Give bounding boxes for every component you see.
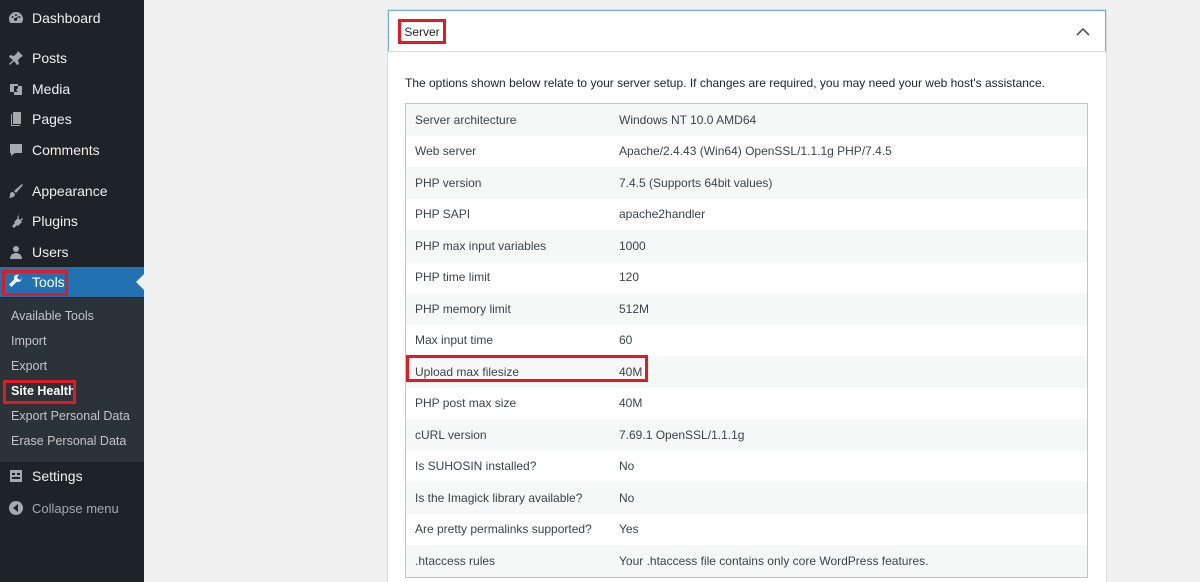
row-label: Max input time — [415, 333, 494, 348]
row-label: PHP max input variables — [415, 238, 547, 253]
menu-item-dashboard[interactable]: Dashboard — [0, 3, 144, 33]
menu-item-pages[interactable]: Pages — [0, 104, 144, 134]
row-label: Web server — [415, 144, 477, 159]
row-label: Is the Imagick library available? — [415, 490, 583, 505]
menu-item-users[interactable]: Users — [0, 237, 144, 267]
row-value: 7.4.5 (Supports 64bit values) — [619, 175, 773, 190]
row-value: 120 — [619, 270, 640, 285]
row-value: Yes — [619, 522, 639, 537]
plugin-icon — [8, 213, 24, 229]
settings-icon — [8, 468, 24, 484]
collapse-menu-button[interactable]: Collapse menu — [0, 496, 144, 520]
menu-item-label: Users — [32, 244, 69, 260]
submenu-erase-personal-data[interactable]: Erase Personal Data — [11, 431, 126, 451]
menu-item-label: Comments — [32, 142, 100, 158]
table-row: PHP time limit 120 — [406, 261, 1087, 293]
row-label: PHP SAPI — [415, 207, 471, 222]
page-icon — [8, 111, 24, 127]
menu-item-label: Settings — [32, 468, 83, 484]
row-value: 1000 — [619, 238, 646, 253]
panel-title: Server — [404, 24, 440, 39]
menu-item-appearance[interactable]: Appearance — [0, 176, 144, 206]
row-value: Your .htaccess file contains only core W… — [619, 553, 929, 568]
row-label: PHP memory limit — [415, 301, 511, 316]
menu-item-settings[interactable]: Settings — [0, 461, 144, 491]
table-row: Server architecture Windows NT 10.0 AMD64 — [406, 104, 1087, 136]
table-row: PHP post max size 40M — [406, 387, 1087, 419]
brush-icon — [8, 183, 24, 199]
row-value: 7.69.1 OpenSSL/1.1.1g — [619, 427, 745, 442]
menu-item-media[interactable]: Media — [0, 74, 144, 104]
submenu-available-tools[interactable]: Available Tools — [11, 306, 94, 326]
collapse-menu-label: Collapse menu — [32, 500, 119, 516]
row-label: cURL version — [415, 427, 487, 442]
submenu-import[interactable]: Import — [11, 331, 46, 351]
row-label: Server architecture — [415, 112, 517, 127]
row-value: apache2handler — [619, 207, 706, 222]
menu-item-label: Pages — [32, 111, 72, 127]
site-health-highlight-box — [3, 380, 76, 404]
row-value: 40M — [619, 396, 643, 411]
pin-icon — [8, 50, 24, 66]
table-row: Are pretty permalinks supported? Yes — [406, 513, 1087, 545]
table-row: Max input time 60 — [406, 324, 1087, 356]
comment-icon — [8, 142, 24, 158]
tools-highlight-box — [2, 270, 68, 296]
menu-item-plugins[interactable]: Plugins — [0, 206, 144, 236]
table-row: PHP memory limit 512M — [406, 293, 1087, 325]
collapse-icon — [8, 500, 24, 516]
panel-intro-text: The options shown below relate to your s… — [405, 76, 1045, 90]
row-label: Are pretty permalinks supported? — [415, 522, 592, 537]
upload-max-filesize-highlight-box — [406, 355, 648, 382]
table-row: Is the Imagick library available? No — [406, 482, 1087, 514]
row-label: PHP time limit — [415, 270, 491, 285]
row-value: No — [619, 490, 635, 505]
table-row: Is SUHOSIN installed? No — [406, 450, 1087, 482]
user-icon — [8, 244, 24, 260]
row-label: .htaccess rules — [415, 553, 496, 568]
server-accordion-panel: Server The options shown below relate to… — [387, 9, 1107, 582]
menu-item-comments[interactable]: Comments — [0, 135, 144, 165]
table-row: PHP SAPI apache2handler — [406, 198, 1087, 230]
menu-item-label: Posts — [32, 50, 68, 66]
dashboard-icon — [8, 10, 24, 26]
table-row: .htaccess rules Your .htaccess file conta… — [406, 545, 1087, 577]
table-row: cURL version 7.69.1 OpenSSL/1.1.1g — [406, 419, 1087, 451]
row-label: PHP post max size — [415, 396, 517, 411]
row-value: 60 — [619, 333, 633, 348]
row-value: Windows NT 10.0 AMD64 — [619, 112, 757, 127]
row-label: PHP version — [415, 175, 482, 190]
server-info-table: Server architecture Windows NT 10.0 AMD64… — [405, 103, 1088, 578]
submenu-export-personal-data[interactable]: Export Personal Data — [11, 406, 130, 426]
row-label: Is SUHOSIN installed? — [415, 459, 537, 474]
chevron-up-icon[interactable] — [1075, 24, 1091, 40]
row-value: No — [619, 459, 635, 474]
media-icon — [8, 81, 24, 97]
active-menu-arrow — [136, 274, 144, 290]
row-value: 512M — [619, 301, 650, 316]
admin-sidebar: Dashboard Posts Media Pages Comments App… — [0, 0, 144, 582]
menu-item-posts[interactable]: Posts — [0, 43, 144, 73]
server-title-highlight: Server — [398, 19, 446, 44]
server-accordion-header[interactable]: Server — [388, 10, 1106, 52]
submenu-export[interactable]: Export — [11, 356, 47, 376]
table-row: PHP version 7.4.5 (Supports 64bit values) — [406, 167, 1087, 199]
table-row: PHP max input variables 1000 — [406, 230, 1087, 262]
row-value: Apache/2.4.43 (Win64) OpenSSL/1.1.1g PHP… — [619, 144, 892, 159]
menu-item-label: Media — [32, 81, 71, 97]
menu-item-label: Dashboard — [32, 10, 101, 26]
menu-item-label: Appearance — [32, 183, 108, 199]
table-row: Web server Apache/2.4.43 (Win64) OpenSSL/… — [406, 135, 1087, 167]
menu-item-label: Plugins — [32, 213, 78, 229]
